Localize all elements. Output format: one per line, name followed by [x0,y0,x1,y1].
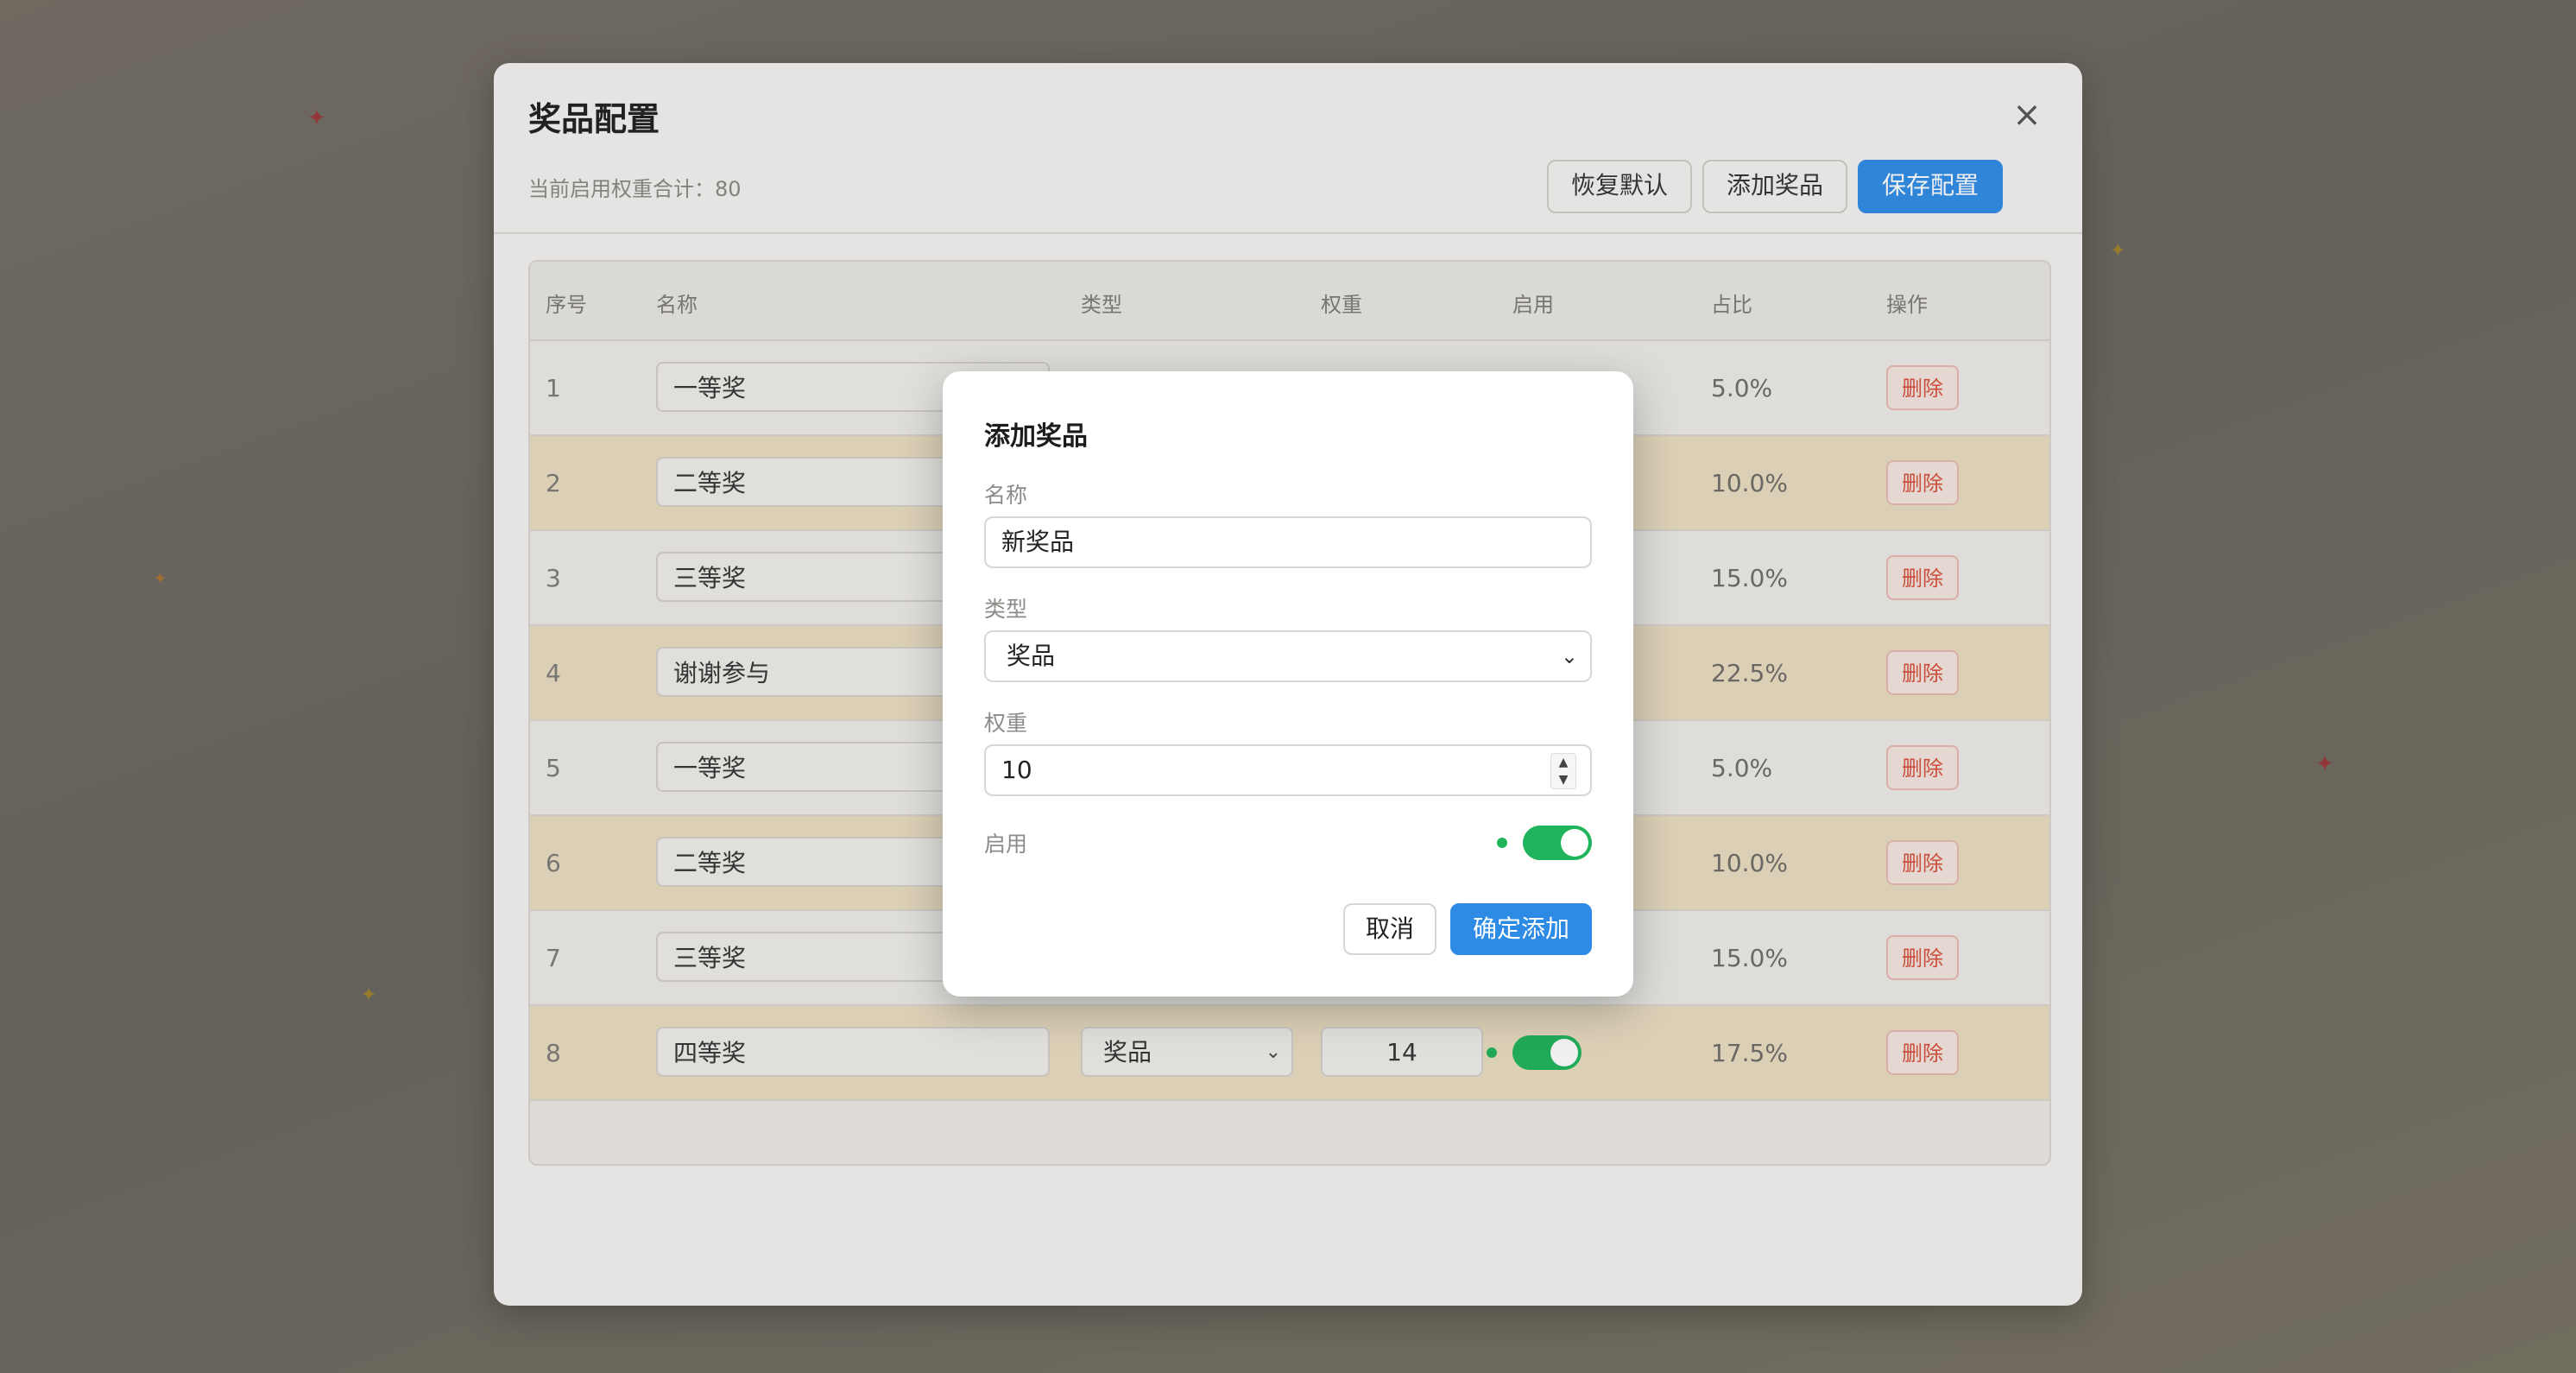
type-label: 类型 [984,597,1028,622]
chevron-down-icon: ⌄ [1560,644,1578,668]
type-select-value: 奖品 [1007,642,1056,670]
add-prize-dialog: 添加奖品 名称 新奖品 类型 奖品 ⌄ 权重 10 ▲ ▼ 启用 取消 确定添加 [943,371,1633,997]
number-stepper[interactable]: ▲ ▼ [1550,753,1576,789]
stepper-up-icon[interactable]: ▲ [1551,754,1575,771]
type-select[interactable]: 奖品 ⌄ [984,630,1592,682]
cancel-button[interactable]: 取消 [1343,903,1436,955]
stepper-down-icon[interactable]: ▼ [1551,771,1575,788]
weight-input[interactable]: 10 ▲ ▼ [984,744,1592,796]
status-dot-icon [1497,838,1507,848]
dialog-title: 添加奖品 [984,421,1088,452]
weight-label: 权重 [984,711,1028,736]
weight-input-value: 10 [1001,756,1032,784]
toggle-knob [1561,829,1588,857]
name-input[interactable]: 新奖品 [984,516,1592,568]
name-label: 名称 [984,483,1028,508]
confirm-add-button[interactable]: 确定添加 [1450,903,1592,955]
enabled-label: 启用 [984,832,1028,857]
enabled-toggle[interactable] [1523,826,1592,860]
